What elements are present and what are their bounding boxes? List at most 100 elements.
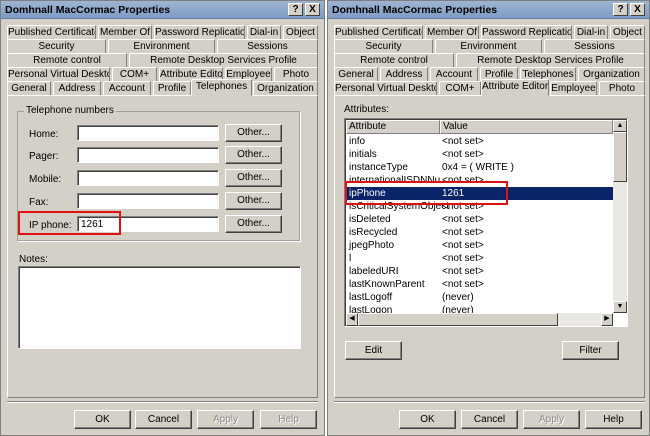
- attribute-name: lastLogoff: [349, 292, 393, 303]
- list-item[interactable]: labeledURI <not set>: [346, 265, 614, 278]
- attribute-name: isDeleted: [349, 214, 391, 225]
- attribute-value: 0x4 = ( WRITE ): [442, 162, 514, 173]
- help-title-button[interactable]: ?: [613, 3, 628, 16]
- list-item[interactable]: isRecycled <not set>: [346, 226, 614, 239]
- tab-account[interactable]: Account: [430, 67, 478, 82]
- tab-personal-virtual-desktop[interactable]: Personal Virtual Desktop: [7, 67, 110, 82]
- tab-sessions[interactable]: Sessions: [544, 39, 645, 54]
- tab-security[interactable]: Security: [334, 39, 433, 54]
- filter-button[interactable]: Filter: [562, 341, 619, 360]
- scroll-thumb[interactable]: [358, 313, 558, 326]
- fax-other-button[interactable]: Other...: [225, 192, 282, 210]
- close-button[interactable]: X: [305, 3, 320, 16]
- edit-button[interactable]: Edit: [345, 341, 402, 360]
- tab-password-replication[interactable]: Password Replication: [481, 25, 572, 40]
- pager-field[interactable]: [77, 147, 219, 163]
- tab-page-attribute-editor: Attributes: Attribute Value info <not set…: [334, 95, 645, 398]
- vertical-scrollbar[interactable]: ▲ ▼: [613, 120, 627, 313]
- tab-account[interactable]: Account: [103, 81, 151, 96]
- scroll-left-arrow-icon[interactable]: ◀: [346, 313, 358, 326]
- tab-address[interactable]: Address: [380, 67, 428, 82]
- tab-personal-virtual-desktop[interactable]: Personal Virtual Desktop: [334, 81, 437, 96]
- tab-telephones[interactable]: Telephones: [191, 79, 252, 96]
- attribute-name: labeledURI: [349, 266, 399, 277]
- tab-profile[interactable]: Profile: [153, 81, 191, 96]
- tab-remote-control[interactable]: Remote control: [334, 53, 454, 68]
- horizontal-scrollbar[interactable]: ◀ ▶: [346, 313, 613, 326]
- tab-object[interactable]: Object: [283, 25, 318, 40]
- tab-member-of[interactable]: Member Of: [98, 25, 152, 40]
- scroll-right-arrow-icon[interactable]: ▶: [601, 313, 613, 326]
- apply-button[interactable]: Apply: [197, 410, 254, 429]
- window-title: Domhnall MacCormac Properties: [332, 4, 498, 16]
- tab-password-replication[interactable]: Password Replication: [154, 25, 245, 40]
- attribute-name: lastKnownParent: [349, 279, 425, 290]
- tab-address[interactable]: Address: [53, 81, 101, 96]
- help-button[interactable]: Help: [585, 410, 642, 429]
- tab-page-telephones: Telephone numbers Home: Other... Pager: …: [7, 95, 318, 398]
- column-header-attribute[interactable]: Attribute: [346, 120, 440, 134]
- list-item[interactable]: instanceType 0x4 = ( WRITE ): [346, 161, 614, 174]
- tab-sessions[interactable]: Sessions: [217, 39, 318, 54]
- ok-button[interactable]: OK: [74, 410, 131, 429]
- apply-button[interactable]: Apply: [523, 410, 580, 429]
- tab-object[interactable]: Object: [610, 25, 645, 40]
- tab-dial-in[interactable]: Dial-in: [574, 25, 608, 40]
- list-item[interactable]: isDeleted <not set>: [346, 213, 614, 226]
- ip-phone-other-button[interactable]: Other...: [225, 215, 282, 233]
- tab-general[interactable]: General: [7, 81, 51, 96]
- tab-environment[interactable]: Environment: [108, 39, 215, 54]
- cancel-button[interactable]: Cancel: [135, 410, 192, 429]
- tab-security[interactable]: Security: [7, 39, 106, 54]
- help-button[interactable]: Help: [260, 410, 317, 429]
- attribute-value: (never): [442, 292, 474, 303]
- pager-other-button[interactable]: Other...: [225, 146, 282, 164]
- close-button[interactable]: X: [630, 3, 645, 16]
- notes-textarea[interactable]: [18, 266, 301, 349]
- tab-photo[interactable]: Photo: [599, 81, 645, 96]
- attribute-value: <not set>: [442, 279, 484, 290]
- tab-organization[interactable]: Organization: [578, 67, 645, 82]
- home-phone-field[interactable]: [77, 125, 219, 141]
- tab-photo[interactable]: Photo: [274, 67, 318, 82]
- tab-employee[interactable]: Employee: [550, 81, 597, 96]
- mobile-field[interactable]: [77, 170, 219, 186]
- scroll-up-arrow-icon[interactable]: ▲: [613, 120, 627, 132]
- list-item[interactable]: initials <not set>: [346, 148, 614, 161]
- attribute-name: initials: [349, 149, 377, 160]
- scroll-down-arrow-icon[interactable]: ▼: [613, 301, 627, 313]
- tab-com-plus[interactable]: COM+: [439, 81, 481, 96]
- fax-field[interactable]: [77, 193, 219, 209]
- mobile-label: Mobile:: [29, 174, 62, 185]
- list-item[interactable]: lastKnownParent <not set>: [346, 278, 614, 291]
- column-header-value[interactable]: Value: [440, 120, 613, 134]
- tab-remote-desktop-services-profile[interactable]: Remote Desktop Services Profile: [129, 53, 318, 68]
- tab-published-certificates[interactable]: Published Certificates: [7, 25, 96, 40]
- tab-general[interactable]: General: [334, 67, 378, 82]
- tab-environment[interactable]: Environment: [435, 39, 542, 54]
- tab-remote-control[interactable]: Remote control: [7, 53, 127, 68]
- list-item[interactable]: info <not set>: [346, 135, 614, 148]
- help-title-button[interactable]: ?: [288, 3, 303, 16]
- tab-published-certificates[interactable]: Published Certificates: [334, 25, 423, 40]
- tab-member-of[interactable]: Member Of: [425, 25, 479, 40]
- list-item[interactable]: l <not set>: [346, 252, 614, 265]
- attributes-listview[interactable]: Attribute Value info <not set> initials <n…: [344, 118, 628, 327]
- home-other-button[interactable]: Other...: [225, 124, 282, 142]
- cancel-button[interactable]: Cancel: [461, 410, 518, 429]
- tab-remote-desktop-services-profile[interactable]: Remote Desktop Services Profile: [456, 53, 645, 68]
- scroll-thumb[interactable]: [613, 132, 627, 182]
- tab-com-plus[interactable]: COM+: [112, 67, 157, 82]
- tab-dial-in[interactable]: Dial-in: [247, 25, 281, 40]
- mobile-other-button[interactable]: Other...: [225, 169, 282, 187]
- home-label: Home:: [29, 129, 59, 140]
- tab-organization[interactable]: Organization: [253, 81, 318, 96]
- ok-button[interactable]: OK: [399, 410, 456, 429]
- attribute-name: info: [349, 136, 366, 147]
- window-title: Domhnall MacCormac Properties: [5, 4, 171, 16]
- tab-attribute-editor[interactable]: Attribute Editor: [481, 79, 549, 96]
- attribute-value: <not set>: [442, 227, 484, 238]
- ip-phone-highlight-box: [18, 211, 121, 235]
- list-item[interactable]: lastLogoff (never): [346, 291, 614, 304]
- list-item[interactable]: jpegPhoto <not set>: [346, 239, 614, 252]
